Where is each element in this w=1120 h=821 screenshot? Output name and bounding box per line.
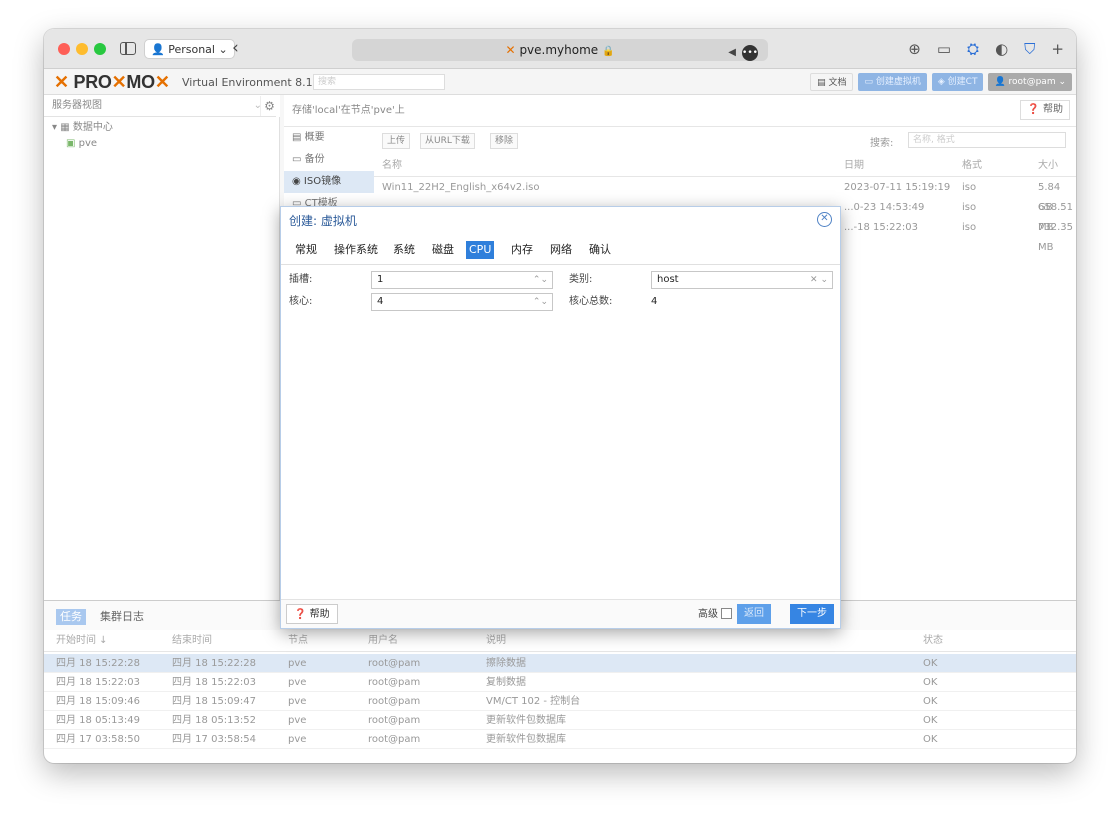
resource-tree: ▾ ▦ 数据中心 ▣ pve [44, 117, 280, 600]
nav-item-backup[interactable]: ▭ 备份 [284, 149, 374, 171]
clear-and-chevron-icon[interactable]: ✕ ⌄ [810, 272, 828, 288]
zoom-window-button[interactable] [94, 43, 106, 55]
url-text: pve.myhome [519, 43, 599, 57]
browser-window: 👤 Personal ⌄ ‹ ✕ pve.myhome 🔒 ◀ ••• ⊕ ▭ ⛭… [44, 29, 1076, 763]
help-icon: ❓ [294, 609, 307, 620]
password-icon[interactable]: ◐ [995, 39, 1008, 59]
col-user[interactable]: 用户名 [368, 630, 398, 652]
card-icon[interactable]: ▭ [937, 39, 951, 59]
col-date[interactable]: 日期 [844, 155, 864, 177]
delete-button[interactable]: 移除 [490, 133, 519, 149]
content-help-button[interactable]: ❓ 帮助 [1020, 100, 1070, 120]
sidebar-toggle-icon[interactable] [120, 42, 136, 55]
total-cores-label: 核心总数: [569, 296, 613, 307]
dialog-help-button[interactable]: ❓ 帮助 [286, 604, 338, 624]
col-size[interactable]: 大小 [1038, 155, 1058, 177]
create-ct-button[interactable]: ◈ 创建CT [931, 73, 984, 91]
content-search-input[interactable]: 名称, 格式 [908, 132, 1066, 148]
content-title: 存储'local'在节点'pve'上 ❓ 帮助 [284, 95, 1076, 127]
col-end[interactable]: 结束时间 [172, 630, 212, 652]
nav-item-summary[interactable]: ▤ 概要 [284, 127, 374, 149]
content-table-header: 名称 日期 格式 大小 [374, 155, 1076, 177]
profile-label: Personal [168, 43, 215, 56]
user-menu-button[interactable]: 👤 root@pam ⌄ [988, 73, 1072, 91]
new-tab-icon[interactable]: + [1051, 39, 1064, 59]
tab-confirm[interactable]: 确认 [586, 241, 614, 259]
col-desc[interactable]: 说明 [486, 630, 506, 652]
create-vm-button[interactable]: ▭ 创建虚拟机 [858, 73, 927, 91]
header-search-input[interactable]: 搜索 [313, 74, 445, 90]
tab-tasks[interactable]: 任务 [56, 609, 86, 625]
address-bar[interactable]: ✕ pve.myhome 🔒 ◀ ••• [352, 39, 768, 61]
stepper-icon[interactable]: ⌃⌄ [533, 294, 548, 310]
col-status[interactable]: 状态 [923, 630, 943, 652]
advanced-checkbox[interactable] [721, 608, 732, 619]
upload-button[interactable]: 上传 [382, 133, 411, 149]
content-toolbar: 上传 从URL下载 移除 搜索: 名称, 格式 [374, 127, 1076, 155]
tab-system[interactable]: 系统 [390, 241, 418, 259]
profile-button[interactable]: 👤 Personal ⌄ [144, 39, 235, 59]
log-table-header: 开始时间 ↓ 结束时间 节点 用户名 说明 状态 [44, 630, 1076, 652]
log-row[interactable]: 四月 18 05:13:49 四月 18 05:13:52 pve root@pam 更… [44, 711, 1076, 730]
extension-icon[interactable]: ⛭ [967, 39, 979, 59]
tab-general[interactable]: 常规 [292, 241, 320, 259]
downloads-icon[interactable]: ⊕ [908, 39, 921, 59]
total-cores-value: 4 [651, 296, 658, 307]
cpu-type-select[interactable]: host ✕ ⌄ [651, 271, 833, 289]
tab-network[interactable]: 网络 [547, 241, 575, 259]
sockets-label: 插槽: [289, 274, 313, 285]
col-name[interactable]: 名称 [382, 155, 402, 177]
next-button[interactable]: 下一步 [790, 604, 834, 624]
tab-disks[interactable]: 磁盘 [429, 241, 457, 259]
storage-nav: ▤ 概要 ▭ 备份 ◉ ISO镜像 ▭ CT模板 [284, 127, 374, 215]
tab-memory[interactable]: 内存 [508, 241, 536, 259]
create-vm-dialog: 创建: 虚拟机 ✕ 常规 操作系统 系统 磁盘 CPU 内存 网络 确认 插槽:… [280, 206, 841, 629]
tree-item-pve[interactable]: ▣ pve [66, 137, 97, 151]
close-icon[interactable]: ✕ [817, 212, 832, 227]
col-node[interactable]: 节点 [288, 630, 308, 652]
gear-icon[interactable]: ⚙ [260, 96, 278, 116]
type-label: 类别: [569, 274, 593, 285]
log-row[interactable]: 四月 18 15:09:46 四月 18 15:09:47 pve root@pam V… [44, 692, 1076, 711]
node-icon: ▣ [66, 138, 76, 149]
dialog-title: 创建: 虚拟机 [289, 214, 357, 228]
stepper-icon[interactable]: ⌃⌄ [533, 272, 548, 288]
col-format[interactable]: 格式 [962, 155, 982, 177]
back-button[interactable]: 返回 [737, 604, 771, 624]
dialog-footer: ❓ 帮助 高级 返回 下一步 [281, 599, 840, 628]
site-favicon-icon: ✕ [505, 43, 516, 57]
tree-item-datacenter[interactable]: ▾ ▦ 数据中心 [52, 121, 113, 135]
audio-icon[interactable]: ◀ [728, 42, 736, 64]
product-version: Virtual Environment 8.1.10 [182, 76, 331, 89]
log-row[interactable]: 四月 18 15:22:03 四月 18 15:22:03 pve root@pam 复… [44, 673, 1076, 692]
table-row[interactable]: Win11_22H2_English_x64v2.iso 2023-07-11 … [374, 178, 1076, 213]
browser-toolbar: 👤 Personal ⌄ ‹ ✕ pve.myhome 🔒 ◀ ••• ⊕ ▭ ⛭… [44, 29, 1076, 69]
download-url-button[interactable]: 从URL下载 [420, 133, 475, 149]
log-row[interactable]: 四月 18 15:22:28 四月 18 15:22:28 pve root@pam 擦… [44, 654, 1076, 673]
tab-cpu[interactable]: CPU [466, 241, 495, 259]
log-row[interactable]: 四月 17 03:58:50 四月 17 03:58:54 pve root@pam 更… [44, 730, 1076, 749]
sockets-input[interactable]: 1 ⌃⌄ [371, 271, 553, 289]
back-button[interactable]: ‹ [232, 38, 239, 58]
advanced-toggle[interactable]: 高级 [698, 608, 732, 622]
lock-icon: 🔒 [602, 46, 615, 57]
cores-input[interactable]: 4 ⌃⌄ [371, 293, 553, 311]
tab-os[interactable]: 操作系统 [331, 241, 381, 259]
nav-item-iso[interactable]: ◉ ISO镜像 [284, 171, 374, 193]
dialog-tabs: 常规 操作系统 系统 磁盘 CPU 内存 网络 确认 [281, 235, 840, 265]
search-label: 搜索: [870, 138, 894, 149]
proxmox-header: ✕ PRO✕MO✕ Virtual Environment 8.1.10 搜索 … [44, 69, 1076, 95]
proxmox-logo: ✕ PRO✕MO✕ [54, 72, 170, 92]
minimize-window-button[interactable] [76, 43, 88, 55]
view-selector[interactable]: 服务器视图 ⌄ [44, 95, 276, 117]
docs-button[interactable]: ▤ 文档 [810, 73, 854, 91]
tab-cluster-log[interactable]: 集群日志 [100, 609, 144, 625]
shield-icon[interactable]: ⛉ [1024, 39, 1035, 59]
more-icon[interactable]: ••• [742, 45, 758, 61]
col-start[interactable]: 开始时间 ↓ [56, 630, 108, 652]
close-window-button[interactable] [58, 43, 70, 55]
cores-label: 核心: [289, 296, 313, 307]
